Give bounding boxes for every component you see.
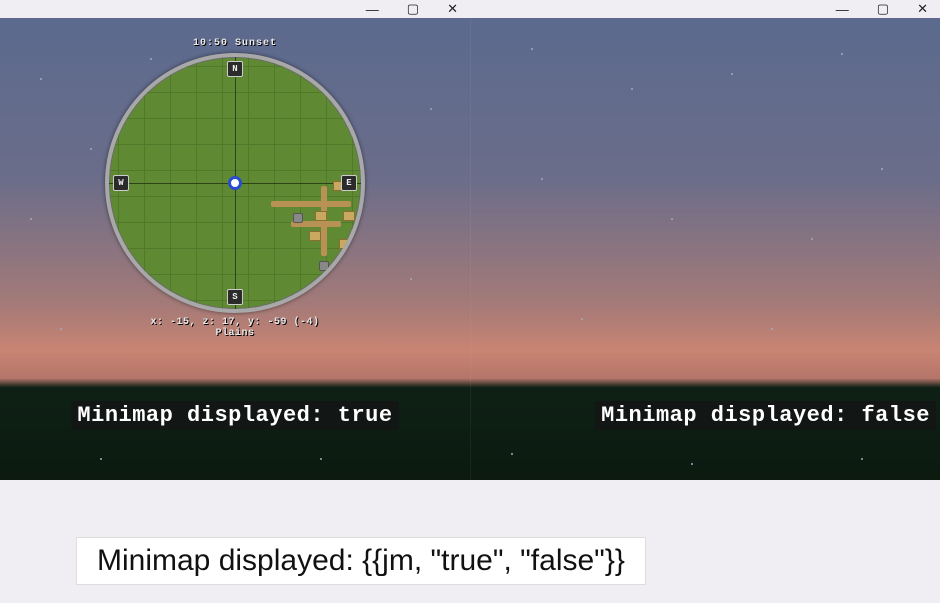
minimap-coords-label: x: -15, z: 17, y: -59 (-4) bbox=[105, 317, 365, 328]
compass-s-icon: S bbox=[227, 289, 243, 305]
window-titlebar-left: — ▢ ✕ bbox=[0, 0, 470, 18]
maximize-icon[interactable]: ▢ bbox=[407, 1, 419, 17]
minimap-circle[interactable]: N S E W bbox=[105, 53, 365, 313]
window-titlebar-right: — ▢ ✕ bbox=[470, 0, 940, 18]
comparison-screenshot: — ▢ ✕ — ▢ ✕ 10:50 Sunset bbox=[0, 0, 940, 603]
close-icon[interactable]: ✕ bbox=[917, 1, 928, 17]
compass-w-icon: W bbox=[113, 175, 129, 191]
compass-e-icon: E bbox=[341, 175, 357, 191]
maximize-icon[interactable]: ▢ bbox=[877, 1, 889, 17]
game-windows-row: 10:50 Sunset bbox=[0, 18, 940, 480]
game-panel-false: Minimap displayed: false bbox=[470, 18, 940, 480]
minimap-time-label: 10:50 Sunset bbox=[105, 38, 365, 49]
game-panel-true: 10:50 Sunset bbox=[0, 18, 470, 480]
template-string-label: Minimap displayed: {{jm, "true", "false"… bbox=[76, 537, 646, 585]
minimize-icon[interactable]: — bbox=[836, 2, 849, 17]
player-marker-icon bbox=[228, 176, 242, 190]
caption-false: Minimap displayed: false bbox=[595, 401, 936, 430]
minimap-biome-label: Plains bbox=[105, 328, 365, 339]
titlebar-row: — ▢ ✕ — ▢ ✕ bbox=[0, 0, 940, 18]
compass-n-icon: N bbox=[227, 61, 243, 77]
close-icon[interactable]: ✕ bbox=[447, 1, 458, 17]
minimap-hud: 10:50 Sunset bbox=[105, 38, 365, 339]
minimize-icon[interactable]: — bbox=[366, 2, 379, 17]
caption-true: Minimap displayed: true bbox=[71, 401, 398, 430]
